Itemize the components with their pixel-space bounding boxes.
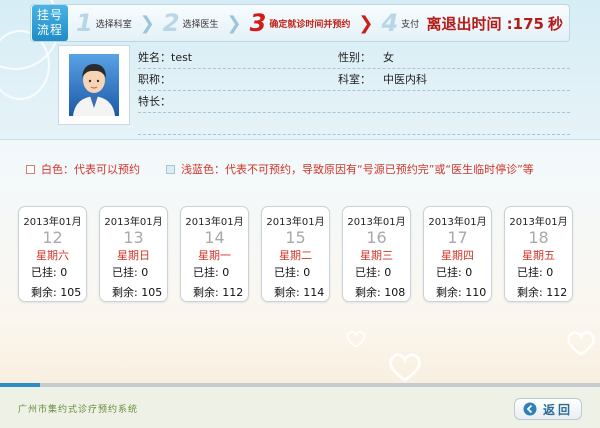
- date-booked: 已挂: 0: [193, 266, 230, 279]
- date-remaining: 剩余: 110: [436, 286, 487, 299]
- date-remaining: 剩余: 105: [112, 286, 163, 299]
- date-card[interactable]: 2013年01月 13 星期日 已挂: 0 剩余: 105: [99, 206, 168, 302]
- step-1-number: 1: [76, 9, 93, 37]
- chevron-right-icon: ❯: [226, 12, 242, 34]
- exit-countdown: 离退出时间 :175 秒: [426, 13, 563, 34]
- date-card[interactable]: 2013年01月 15 星期二 已挂: 0 剩余: 114: [261, 206, 330, 302]
- date-remaining: 剩余: 105: [31, 286, 82, 299]
- back-button-label: 返回: [542, 402, 573, 417]
- info-row-specialty: 特长：: [138, 91, 570, 113]
- specialty-label: 特长：: [138, 95, 171, 108]
- countdown-label: 离退出时间 :: [426, 14, 513, 33]
- doctor-gender: 女: [383, 51, 394, 64]
- date-remaining: 剩余: 108: [355, 286, 406, 299]
- date-card[interactable]: 2013年01月 17 星期四 已挂: 0 剩余: 110: [423, 206, 492, 302]
- countdown-value: 175: [512, 14, 544, 33]
- dept-label: 科室：: [338, 73, 371, 86]
- heart-decoration-icon: [567, 331, 595, 356]
- heart-decoration-icon: [346, 330, 366, 348]
- heart-decoration-icon: [389, 353, 421, 382]
- date-selector: 2013年01月 12 星期六 已挂: 0 剩余: 105 2013年01月 1…: [18, 206, 573, 302]
- blue-swatch-icon: [166, 164, 175, 174]
- step-2-label: 选择医生: [182, 19, 219, 30]
- info-row-blank: [138, 113, 570, 135]
- date-day: 18: [528, 228, 549, 247]
- step-4-label: 支付: [401, 19, 420, 30]
- date-day: 14: [204, 228, 225, 247]
- date-booked: 已挂: 0: [31, 266, 68, 279]
- white-swatch-icon: [26, 164, 35, 174]
- date-booked: 已挂: 0: [274, 266, 311, 279]
- doctor-avatar-icon: [69, 54, 119, 116]
- date-year-month: 2013年01月: [104, 217, 163, 228]
- date-year-month: 2013年01月: [23, 217, 82, 228]
- step-2: 2 选择医生 ❯: [163, 11, 242, 35]
- color-legend: 白色：代表可以预约 浅蓝色：代表不可预约，导致原因有“号源已预约完”或“医生临时…: [26, 161, 534, 177]
- chevron-right-icon: ❯: [358, 12, 374, 34]
- date-booked: 已挂: 0: [112, 266, 149, 279]
- date-card[interactable]: 2013年01月 18 星期五 已挂: 0 剩余: 112: [504, 206, 573, 302]
- date-weekday: 星期四: [441, 249, 474, 262]
- doctor-name: 姓名：test: [138, 51, 193, 64]
- date-weekday: 星期二: [279, 249, 312, 262]
- steps-title: 挂号 流程: [32, 5, 68, 41]
- step-4-number: 4: [381, 9, 399, 37]
- date-day: 16: [366, 228, 387, 247]
- legend-available-text: 白色：代表可以预约: [41, 163, 140, 176]
- date-remaining: 剩余: 114: [274, 286, 325, 299]
- step-3: 3 确定就诊时间并预约 ❯: [250, 11, 374, 35]
- doctor-info: 姓名：test 性别： 女 职称： 科室： 中医内科 特长：: [138, 47, 570, 135]
- date-year-month: 2013年01月: [428, 217, 487, 228]
- back-button[interactable]: 返回: [514, 398, 582, 420]
- date-booked: 已挂: 0: [517, 266, 554, 279]
- countdown-unit: 秒: [547, 14, 563, 33]
- legend-available: 白色：代表可以预约: [26, 161, 140, 177]
- system-name: 广州市集约式诊疗预约系统: [18, 405, 139, 415]
- date-day: 15: [285, 228, 306, 247]
- date-booked: 已挂: 0: [355, 266, 392, 279]
- doctor-photo: [58, 45, 130, 125]
- date-weekday: 星期五: [522, 249, 555, 262]
- date-day: 13: [123, 228, 144, 247]
- date-remaining: 剩余: 112: [517, 286, 568, 299]
- info-row-title: 职称： 科室： 中医内科: [138, 69, 570, 91]
- gender-label: 性别：: [338, 51, 371, 64]
- date-year-month: 2013年01月: [266, 217, 325, 228]
- step-2-number: 2: [162, 9, 180, 37]
- date-year-month: 2013年01月: [509, 217, 568, 228]
- date-card[interactable]: 2013年01月 12 星期六 已挂: 0 剩余: 105: [18, 206, 87, 302]
- date-day: 17: [447, 228, 468, 247]
- doctor-title-label: 职称：: [138, 73, 171, 86]
- step-1-label: 选择科室: [95, 19, 132, 30]
- date-weekday: 星期三: [360, 249, 393, 262]
- date-weekday: 星期六: [36, 249, 69, 262]
- step-1: 1 选择科室 ❯: [76, 11, 155, 35]
- date-year-month: 2013年01月: [185, 217, 244, 228]
- date-year-month: 2013年01月: [347, 217, 406, 228]
- booking-steps-bar: 挂号 流程 1 选择科室 ❯ 2 选择医生 ❯ 3 确定就诊时间并预约 ❯ 4 …: [30, 4, 570, 42]
- date-card[interactable]: 2013年01月 14 星期一 已挂: 0 剩余: 112: [180, 206, 249, 302]
- info-row-name: 姓名：test 性别： 女: [138, 47, 570, 69]
- date-weekday: 星期日: [117, 249, 150, 262]
- date-weekday: 星期一: [198, 249, 231, 262]
- legend-unavailable: 浅蓝色：代表不可预约，导致原因有“号源已预约完”或“医生临时停诊”等: [166, 161, 534, 177]
- date-day: 12: [42, 228, 63, 247]
- step-4: 4 支付: [381, 11, 419, 35]
- doctor-dept: 中医内科: [383, 73, 427, 86]
- date-card[interactable]: 2013年01月 16 星期三 已挂: 0 剩余: 108: [342, 206, 411, 302]
- step-3-label: 确定就诊时间并预约: [269, 19, 351, 30]
- footer-divider: [40, 383, 600, 387]
- chevron-right-icon: ❯: [139, 12, 155, 34]
- date-remaining: 剩余: 112: [193, 286, 244, 299]
- date-booked: 已挂: 0: [436, 266, 473, 279]
- step-3-number: 3: [249, 9, 267, 37]
- legend-unavailable-text: 浅蓝色：代表不可预约，导致原因有“号源已预约完”或“医生临时停诊”等: [181, 163, 534, 176]
- back-arrow-icon: [523, 402, 537, 416]
